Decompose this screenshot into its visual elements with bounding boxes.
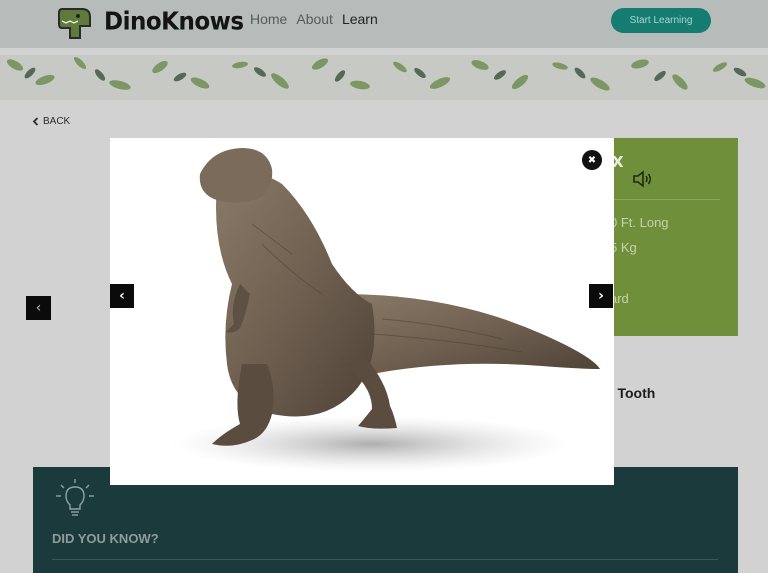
start-learning-button[interactable]: Start Learning [611, 8, 711, 33]
leaves-decoration [6, 56, 766, 91]
leaves-banner [0, 55, 768, 100]
background-prev-arrow[interactable]: ‹ [26, 296, 51, 320]
image-lightbox [110, 138, 614, 485]
back-link[interactable]: BACK [32, 116, 70, 127]
chevron-left-icon [32, 117, 39, 126]
nav-learn[interactable]: Learn [342, 11, 378, 27]
main-nav: Home About Learn [250, 11, 378, 27]
nav-about[interactable]: About [296, 11, 333, 27]
modal-next-button[interactable]: › [589, 284, 613, 308]
modal-prev-button[interactable]: ‹ [110, 284, 134, 308]
dino-logo-icon [58, 8, 91, 39]
info-divider [600, 199, 720, 200]
nav-home[interactable]: Home [250, 11, 287, 27]
logo-text: DinoKnows [104, 7, 244, 37]
did-you-know-title: DID YOU KNOW? [52, 531, 159, 546]
length-fragment: 0 Ft. Long [610, 215, 669, 230]
back-label: BACK [43, 116, 71, 127]
site-header: DinoKnows Home About Learn Start Learnin… [0, 0, 768, 48]
t-rex-3d-image [172, 148, 600, 472]
close-modal-button[interactable]: ✖ [582, 150, 602, 170]
lightbulb-icon [56, 479, 94, 516]
speaker-icon[interactable] [632, 170, 654, 188]
logo[interactable]: DinoKnows [58, 4, 244, 40]
weight-fragment: 5 Kg [610, 240, 637, 255]
dyk-divider [52, 559, 718, 560]
